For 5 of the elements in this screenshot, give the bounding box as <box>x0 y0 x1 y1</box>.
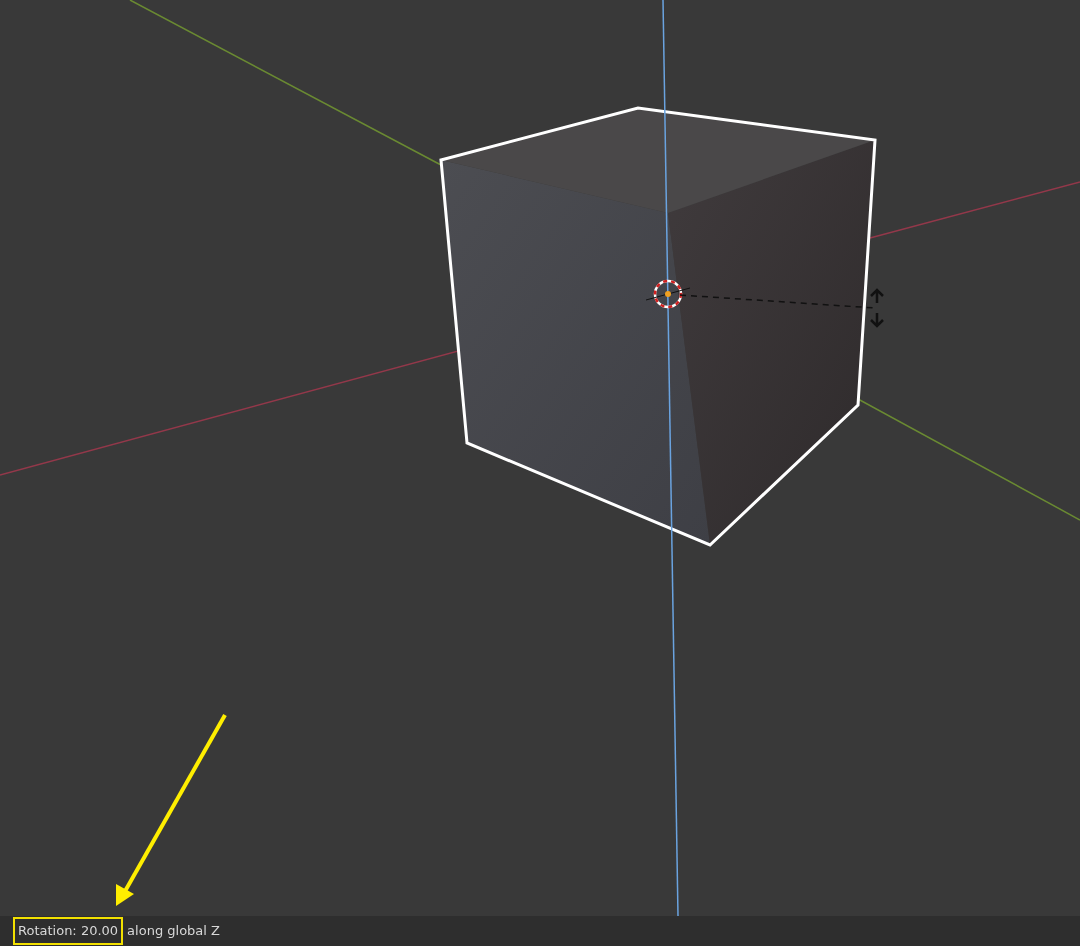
status-text: along global Z <box>127 922 220 941</box>
cube-drawing[interactable] <box>439 106 877 547</box>
rotation-pivot-icon <box>645 279 691 309</box>
highlighted-status-text: Rotation: 20.00 <box>13 917 124 945</box>
rotate-cursor-icon <box>869 288 885 328</box>
